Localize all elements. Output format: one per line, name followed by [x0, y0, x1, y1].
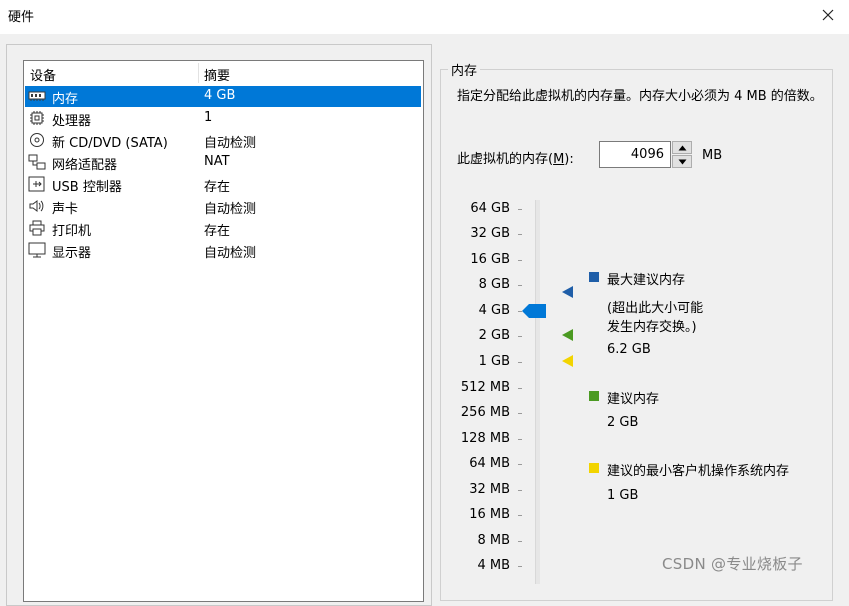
min-legend-title: 建议的最小客户机操作系统内存: [607, 464, 790, 479]
recommended-marker: [562, 329, 573, 341]
max-memory-legend-title: 最大建议内存: [607, 273, 686, 288]
memory-slider-thumb[interactable]: [522, 303, 548, 319]
close-icon: [822, 9, 834, 21]
recommended-legend-swatch: [589, 391, 599, 401]
cd-dvd-icon: [30, 133, 44, 147]
scale-tick: 32 MB: [469, 482, 510, 497]
processor-icon: [30, 111, 44, 125]
device-name: 内存: [52, 92, 79, 107]
device-name: 声卡: [52, 202, 79, 217]
speaker-icon: [29, 200, 44, 212]
scale-tick: 16 GB: [470, 252, 510, 267]
title-bar: 硬件: [0, 0, 849, 34]
column-divider[interactable]: [198, 63, 199, 83]
usb-icon: [28, 176, 45, 192]
max-memory-note-line2: 发生内存交换。): [607, 320, 697, 335]
scale-tick: 8 GB: [478, 277, 510, 292]
tick-mark: [518, 541, 522, 542]
tick-mark: [518, 285, 522, 286]
min-legend-swatch: [589, 463, 599, 473]
device-summary: NAT: [204, 154, 230, 169]
device-row-printer[interactable]: 打印机 存在: [25, 218, 421, 239]
memory-icon: [28, 91, 46, 101]
spin-down-button[interactable]: [672, 155, 692, 168]
device-summary: 存在: [204, 224, 231, 239]
device-name: 显示器: [52, 246, 92, 261]
tick-mark: [518, 464, 522, 465]
device-summary: 存在: [204, 180, 231, 195]
network-adapter-icon: [28, 154, 46, 170]
printer-icon: [29, 220, 45, 236]
memory-description: 指定分配给此虚拟机的内存量。内存大小必须为 4 MB 的倍数。: [457, 89, 823, 104]
tick-mark: [518, 362, 522, 363]
column-header-summary[interactable]: 摘要: [204, 65, 230, 84]
triangle-up-icon: [678, 145, 687, 151]
min-value: 1 GB: [607, 488, 639, 503]
device-name: 新 CD/DVD (SATA): [52, 136, 168, 151]
memory-group-title: 内存: [448, 60, 481, 79]
tick-mark: [518, 490, 522, 491]
memory-spinner[interactable]: [672, 141, 692, 168]
device-summary: 自动检测: [204, 136, 257, 151]
device-name: USB 控制器: [52, 180, 122, 195]
close-button[interactable]: [815, 2, 841, 28]
scale-tick: 2 GB: [478, 328, 510, 343]
tick-mark: [518, 336, 522, 337]
device-row-memory[interactable]: 内存 4 GB: [25, 86, 421, 107]
watermark: CSDN @专业烧板子: [662, 555, 803, 573]
tick-mark: [518, 234, 522, 235]
device-summary: 自动检测: [204, 246, 257, 261]
recommended-legend-title: 建议内存: [607, 392, 660, 407]
max-recommended-marker: [562, 286, 573, 298]
device-name: 网络适配器: [52, 158, 118, 173]
scale-tick: 4 GB: [478, 303, 510, 318]
tick-mark: [518, 388, 522, 389]
tick-mark: [518, 566, 522, 567]
spin-up-button[interactable]: [672, 141, 692, 154]
scale-tick: 32 GB: [470, 226, 510, 241]
device-summary: 4 GB: [204, 88, 236, 103]
tick-mark: [518, 413, 522, 414]
recommended-value: 2 GB: [607, 415, 639, 430]
scale-tick: 16 MB: [469, 507, 510, 522]
triangle-down-icon: [678, 159, 687, 165]
scale-tick: 1 GB: [478, 354, 510, 369]
memory-size-input[interactable]: [599, 141, 671, 168]
tick-mark: [518, 515, 522, 516]
scale-tick: 128 MB: [460, 431, 510, 446]
column-header-device[interactable]: 设备: [30, 65, 56, 84]
tick-mark: [518, 209, 522, 210]
device-summary: 1: [204, 110, 213, 125]
device-row-processor[interactable]: 处理器 1: [25, 108, 421, 129]
device-row-sound-card[interactable]: 声卡 自动检测: [25, 196, 421, 217]
scale-tick: 512 MB: [460, 380, 510, 395]
min-recommended-marker: [562, 355, 573, 367]
max-memory-note-line1: (超出此大小可能: [607, 301, 704, 316]
tick-mark: [518, 439, 522, 440]
monitor-icon: [28, 242, 46, 258]
scale-tick: 4 MB: [477, 558, 510, 573]
device-name: 处理器: [52, 114, 92, 129]
device-list[interactable]: 设备 摘要 内存 4 GB 处理器 1 新 CD/DVD (SATA) 自动检测…: [23, 60, 424, 602]
scale-tick: 8 MB: [477, 533, 510, 548]
max-memory-legend-swatch: [589, 272, 599, 282]
device-summary: 自动检测: [204, 202, 257, 217]
device-name: 打印机: [52, 224, 92, 239]
scale-tick: 256 MB: [460, 405, 510, 420]
list-header: 设备 摘要: [24, 61, 423, 85]
max-memory-value: 6.2 GB: [607, 342, 651, 357]
memory-slider-track[interactable]: [535, 200, 540, 584]
memory-label: 此虚拟机的内存(M):: [457, 152, 574, 167]
device-row-usb-controller[interactable]: USB 控制器 存在: [25, 174, 421, 195]
device-row-cd-dvd[interactable]: 新 CD/DVD (SATA) 自动检测: [25, 130, 421, 151]
window-title: 硬件: [8, 10, 35, 25]
memory-unit-label: MB: [702, 148, 723, 163]
scale-tick: 64 MB: [469, 456, 510, 471]
device-row-network-adapter[interactable]: 网络适配器 NAT: [25, 152, 421, 173]
tick-mark: [518, 260, 522, 261]
scale-tick: 64 GB: [470, 201, 510, 216]
device-row-display[interactable]: 显示器 自动检测: [25, 240, 421, 261]
